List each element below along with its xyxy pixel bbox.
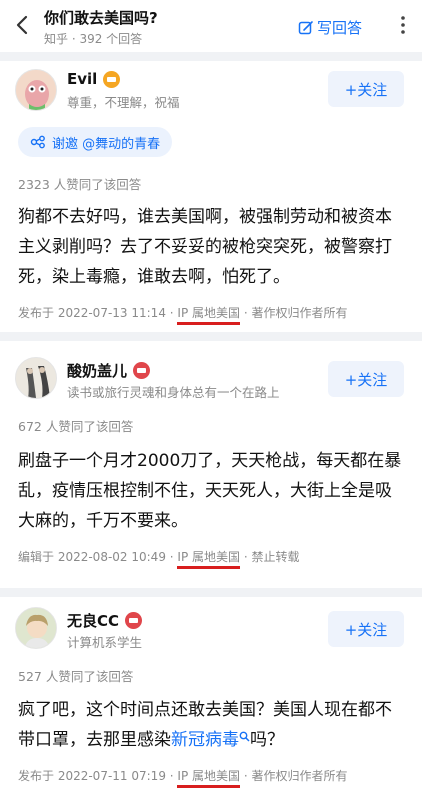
ip-location-label: IP 属地美国 xyxy=(177,306,240,320)
avatar[interactable] xyxy=(15,69,57,111)
answer-footer: 编辑于 2022-08-02 10:49 · IP 属地美国 · 禁止转载 xyxy=(18,548,300,569)
question-title[interactable]: 你们敢去美国吗? xyxy=(44,7,158,28)
question-meta[interactable]: 知乎 · 392 个回答 xyxy=(44,30,142,47)
answer-footer: 发布于 2022-07-11 07:19 · IP 属地美国 · 著作权归作者所… xyxy=(18,767,348,788)
avatar[interactable] xyxy=(15,357,57,399)
author-name[interactable]: 无良CC xyxy=(67,610,119,631)
top-bar: 你们敢去美国吗? 知乎 · 392 个回答 写回答 xyxy=(0,0,422,52)
edit-time: 编辑于 2022-08-02 10:49 · xyxy=(18,550,178,564)
avatar-image xyxy=(16,358,56,398)
ip-underline xyxy=(177,785,240,788)
avatar[interactable] xyxy=(15,607,57,649)
topic-link[interactable]: 新冠病毒 xyxy=(171,730,239,750)
invite-label: 谢邀 @舞动的青春 xyxy=(52,136,161,152)
search-icon[interactable] xyxy=(239,731,250,742)
author-bio: 尊重，不理解，祝福 xyxy=(67,95,180,110)
red-badge-icon xyxy=(125,612,143,629)
more-icon[interactable] xyxy=(392,14,414,36)
author-row: 酸奶盖儿 xyxy=(67,360,151,381)
publish-time: 发布于 2022-07-13 11:14 · xyxy=(18,306,178,320)
gold-badge-icon xyxy=(103,70,121,88)
section-divider xyxy=(0,52,422,61)
author-row: Evil xyxy=(67,70,121,88)
author-row: 无良CC xyxy=(67,610,143,631)
avatar-image xyxy=(16,608,56,648)
ip-underline xyxy=(177,322,240,325)
answer-footer: 发布于 2022-07-13 11:14 · IP 属地美国 · 著作权归作者所… xyxy=(18,304,348,325)
author-bio: 读书或旅行灵魂和身体总有一个在路上 xyxy=(67,385,280,400)
red-badge-icon xyxy=(133,362,151,379)
answer-content[interactable]: 疯了吧，这个时间点还敢去美国？美国人现在都不带口罩，去那里感染新冠病毒 吗？ xyxy=(18,695,404,755)
author-name[interactable]: Evil xyxy=(67,70,97,88)
invite-tag[interactable]: 谢邀 @舞动的青春 xyxy=(18,127,173,157)
edit-icon xyxy=(298,20,313,34)
ip-location: IP 属地美国 xyxy=(177,550,240,569)
ip-location: IP 属地美国 xyxy=(177,306,240,325)
section-divider xyxy=(0,332,422,341)
answer-card: Evil 尊重，不理解，祝福 +关注 谢邀 @舞动的青春 2323 人赞同了该回… xyxy=(0,61,422,332)
ip-location-label: IP 属地美国 xyxy=(177,769,240,783)
author-name[interactable]: 酸奶盖儿 xyxy=(67,360,127,381)
follow-button[interactable]: +关注 xyxy=(328,611,404,647)
vote-count: 2323 人赞同了该回答 xyxy=(18,177,142,192)
avatar-image xyxy=(16,70,56,110)
follow-button[interactable]: +关注 xyxy=(328,361,404,397)
answer-text-end: 吗？ xyxy=(250,730,284,750)
follow-button[interactable]: +关注 xyxy=(328,71,404,107)
answer-content[interactable]: 刷盘子一个月才2000刀了，天天枪战，每天都在暴乱，疫情压根控制不住，天天死人，… xyxy=(18,446,404,536)
ip-location: IP 属地美国 xyxy=(177,769,240,788)
copyright-note: · 著作权归作者所有 xyxy=(240,306,348,320)
back-arrow-icon[interactable] xyxy=(12,14,34,36)
repost-note: · 禁止转载 xyxy=(240,550,300,564)
answer-card: 无良CC 计算机系学生 +关注 527 人赞同了该回答 疯了吧，这个时间点还敢去… xyxy=(0,597,422,800)
answer-content[interactable]: 狗都不去好吗，谁去美国啊，被强制劳动和被资本主义剥削吗？去了不妥妥的被枪突突死，… xyxy=(18,202,404,292)
ip-location-label: IP 属地美国 xyxy=(177,550,240,564)
author-bio: 计算机系学生 xyxy=(67,635,143,650)
write-answer-button[interactable]: 写回答 xyxy=(298,17,362,38)
invite-icon xyxy=(30,135,45,149)
ip-underline xyxy=(177,566,240,569)
vote-count: 672 人赞同了该回答 xyxy=(18,419,134,434)
write-answer-label: 写回答 xyxy=(317,19,363,37)
vote-count: 527 人赞同了该回答 xyxy=(18,669,134,684)
section-divider xyxy=(0,588,422,597)
publish-time: 发布于 2022-07-11 07:19 · xyxy=(18,769,178,783)
answer-card: 酸奶盖儿 读书或旅行灵魂和身体总有一个在路上 +关注 672 人赞同了该回答 刷… xyxy=(0,341,422,588)
copyright-note: · 著作权归作者所有 xyxy=(240,769,348,783)
